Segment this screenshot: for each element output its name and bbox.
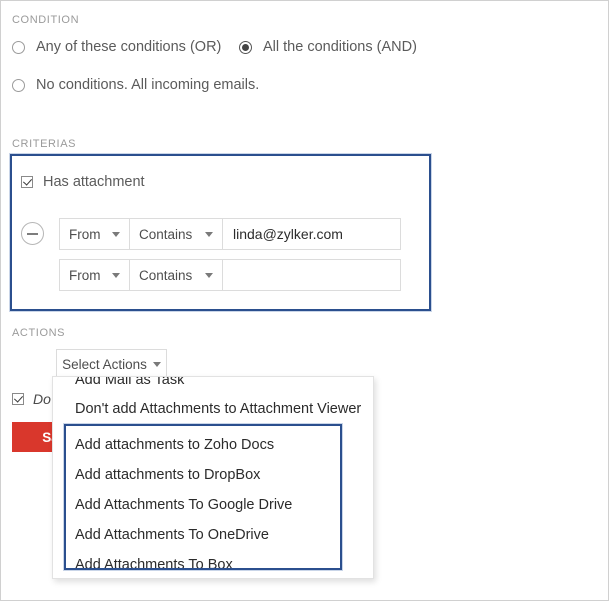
criteria-operator-value: Contains bbox=[139, 268, 192, 283]
criteria-operator-select[interactable]: Contains bbox=[130, 218, 223, 250]
radio-any-conditions-label: Any of these conditions (OR) bbox=[36, 39, 221, 55]
dropdown-item-onedrive[interactable]: Add Attachments To OneDrive bbox=[53, 528, 373, 543]
radio-all-conditions-icon[interactable] bbox=[239, 41, 252, 54]
radio-any-conditions-icon[interactable] bbox=[12, 41, 25, 54]
criterias-panel: Has attachment From Contains linda@zylke… bbox=[10, 154, 431, 311]
criteria-value-text: linda@zylker.com bbox=[233, 226, 343, 242]
dropdown-item-add-mail-as-task[interactable]: Add Mail as Task bbox=[53, 376, 373, 385]
criteria-operator-value: Contains bbox=[139, 227, 192, 242]
criteria-field-value: From bbox=[69, 227, 101, 242]
criterias-section-label: CRITERIAS bbox=[12, 138, 76, 150]
criteria-field-value: From bbox=[69, 268, 101, 283]
radio-all-conditions-label: All the conditions (AND) bbox=[263, 39, 417, 55]
criteria-field-select[interactable]: From bbox=[59, 218, 130, 250]
criteria-value-input[interactable]: linda@zylker.com bbox=[223, 218, 401, 250]
dropdown-item-dont-add-attachments[interactable]: Don't add Attachments to Attachment View… bbox=[53, 402, 373, 417]
radio-no-conditions-label: No conditions. All incoming emails. bbox=[36, 77, 259, 93]
chevron-down-icon bbox=[205, 232, 213, 237]
has-attachment-checkbox[interactable]: Has attachment bbox=[21, 174, 145, 190]
filter-settings-page: CONDITION Any of these conditions (OR) A… bbox=[0, 0, 609, 601]
criteria-field-select[interactable]: From bbox=[59, 259, 130, 291]
radio-any-conditions[interactable]: Any of these conditions (OR) bbox=[12, 39, 221, 55]
criteria-row: From Contains bbox=[59, 259, 401, 291]
select-actions-label: Select Actions bbox=[62, 357, 147, 372]
chevron-down-icon bbox=[153, 362, 161, 367]
actions-dropdown-menu: Add Mail as Task Don't add Attachments t… bbox=[52, 376, 374, 579]
chevron-down-icon bbox=[205, 273, 213, 278]
dropdown-item-dropbox[interactable]: Add attachments to DropBox bbox=[53, 468, 373, 483]
radio-no-conditions[interactable]: No conditions. All incoming emails. bbox=[12, 77, 259, 93]
radio-no-conditions-icon[interactable] bbox=[12, 79, 25, 92]
has-attachment-checkbox-icon[interactable] bbox=[21, 176, 33, 188]
has-attachment-label: Has attachment bbox=[43, 174, 145, 190]
condition-section-label: CONDITION bbox=[12, 14, 79, 26]
minus-circle-icon[interactable] bbox=[21, 222, 44, 245]
criteria-row: From Contains linda@zylker.com bbox=[59, 218, 401, 250]
dropdown-item-zoho-docs[interactable]: Add attachments to Zoho Docs bbox=[53, 438, 373, 453]
chevron-down-icon bbox=[112, 273, 120, 278]
actions-section-label: ACTIONS bbox=[12, 327, 65, 339]
dropdown-item-google-drive[interactable]: Add Attachments To Google Drive bbox=[53, 498, 373, 513]
do-not-checkbox-icon[interactable] bbox=[12, 393, 24, 405]
criteria-operator-select[interactable]: Contains bbox=[130, 259, 223, 291]
radio-all-conditions[interactable]: All the conditions (AND) bbox=[239, 39, 417, 55]
dropdown-item-box[interactable]: Add Attachments To Box bbox=[53, 558, 373, 573]
chevron-down-icon bbox=[112, 232, 120, 237]
criteria-value-input[interactable] bbox=[223, 259, 401, 291]
